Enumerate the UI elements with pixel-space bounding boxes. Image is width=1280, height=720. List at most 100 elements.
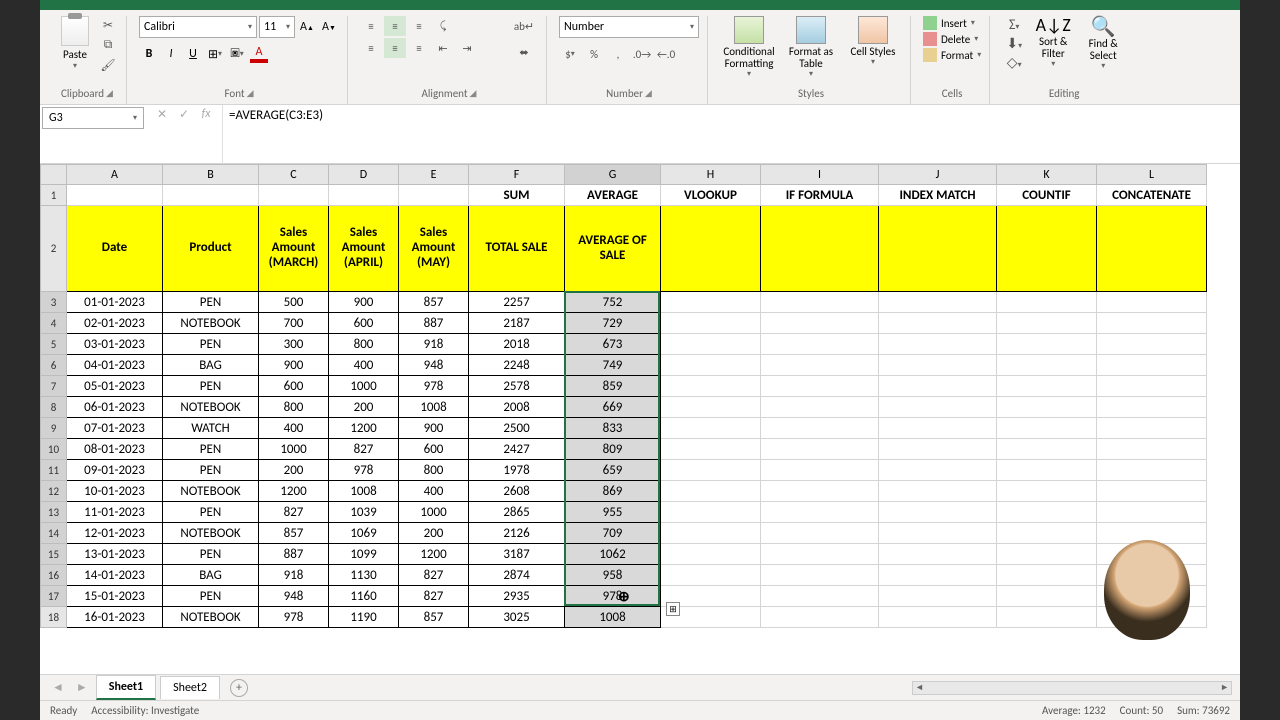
wrap-text-button[interactable]: ab↵ <box>510 16 538 36</box>
cell[interactable]: 12-01-2023 <box>67 523 163 544</box>
format-as-table-button[interactable]: Format as Table▾ <box>782 16 840 79</box>
cell[interactable]: BAG <box>163 565 259 586</box>
row-header[interactable]: 2 <box>41 206 67 292</box>
cell[interactable]: 2874 <box>469 565 565 586</box>
cell[interactable] <box>761 607 879 628</box>
cell[interactable]: 869 <box>565 481 661 502</box>
cell[interactable]: 11-01-2023 <box>67 502 163 523</box>
row-header[interactable]: 15 <box>41 544 67 565</box>
align-left-icon[interactable]: ≡ <box>360 38 382 58</box>
cell[interactable]: PEN <box>163 292 259 313</box>
cell[interactable]: 16-01-2023 <box>67 607 163 628</box>
cell[interactable] <box>329 185 399 206</box>
cut-icon[interactable]: ✂ <box>98 16 118 34</box>
cell[interactable] <box>67 185 163 206</box>
delete-button[interactable]: Delete ▾ <box>923 32 981 46</box>
cell[interactable] <box>997 439 1097 460</box>
comma-icon[interactable]: , <box>607 44 629 64</box>
cell[interactable]: 669 <box>565 397 661 418</box>
dialog-launcher-icon[interactable]: ◢ <box>645 88 652 99</box>
cell[interactable] <box>761 565 879 586</box>
cell[interactable]: 400 <box>399 481 469 502</box>
row-header[interactable]: 13 <box>41 502 67 523</box>
cell[interactable]: 2008 <box>469 397 565 418</box>
cell[interactable] <box>879 460 997 481</box>
cell[interactable] <box>661 460 761 481</box>
conditional-formatting-button[interactable]: Conditional Formatting▾ <box>720 16 778 79</box>
cell[interactable]: 709 <box>565 523 661 544</box>
name-box[interactable]: G3▾ <box>42 107 144 129</box>
cell[interactable] <box>661 397 761 418</box>
increase-font-icon[interactable]: A▲ <box>297 17 317 37</box>
cell[interactable] <box>879 544 997 565</box>
cell[interactable]: 2865 <box>469 502 565 523</box>
cell[interactable] <box>661 206 761 292</box>
cell[interactable] <box>997 565 1097 586</box>
decrease-font-icon[interactable]: A▼ <box>319 17 339 37</box>
fx-icon[interactable]: fx <box>196 107 216 122</box>
decrease-decimal-icon[interactable]: ←.0 <box>655 44 677 64</box>
cell[interactable]: 600 <box>329 313 399 334</box>
row-header[interactable]: 1 <box>41 185 67 206</box>
percent-icon[interactable]: % <box>583 44 605 64</box>
cell[interactable] <box>761 376 879 397</box>
cell[interactable]: PEN <box>163 439 259 460</box>
cell[interactable] <box>1097 439 1207 460</box>
cell[interactable]: 08-01-2023 <box>67 439 163 460</box>
dialog-launcher-icon[interactable]: ◢ <box>470 88 477 99</box>
cell[interactable]: 900 <box>329 292 399 313</box>
formula-input[interactable]: =AVERAGE(C3:E3) <box>222 105 1240 163</box>
cell[interactable] <box>761 481 879 502</box>
cell[interactable] <box>661 502 761 523</box>
cell[interactable] <box>879 313 997 334</box>
cell[interactable] <box>1097 355 1207 376</box>
font-name-select[interactable]: Calibri▾ <box>139 16 257 38</box>
cell[interactable] <box>761 397 879 418</box>
cell[interactable]: 673 <box>565 334 661 355</box>
add-sheet-button[interactable]: + <box>230 679 248 697</box>
cell[interactable]: 2935 <box>469 586 565 607</box>
cell[interactable] <box>879 502 997 523</box>
cell[interactable]: 955 <box>565 502 661 523</box>
cell[interactable]: 400 <box>259 418 329 439</box>
cell[interactable]: 14-01-2023 <box>67 565 163 586</box>
cell[interactable]: 1200 <box>259 481 329 502</box>
cell[interactable]: 729 <box>565 313 661 334</box>
cell[interactable]: 918 <box>259 565 329 586</box>
cell[interactable]: 948 <box>259 586 329 607</box>
cell[interactable] <box>997 586 1097 607</box>
cell[interactable]: 300 <box>259 334 329 355</box>
cell[interactable]: 827 <box>259 502 329 523</box>
cell[interactable] <box>259 185 329 206</box>
cell[interactable]: 1099 <box>329 544 399 565</box>
cell[interactable]: 200 <box>259 460 329 481</box>
cell[interactable]: BAG <box>163 355 259 376</box>
fill-icon[interactable]: ⬇▾ <box>1006 35 1022 52</box>
autosum-icon[interactable]: Σ▾ <box>1009 16 1019 33</box>
cell[interactable]: 2427 <box>469 439 565 460</box>
tab-nav-next[interactable]: ► <box>72 680 92 695</box>
cell[interactable]: NOTEBOOK <box>163 397 259 418</box>
cell[interactable] <box>661 544 761 565</box>
column-header[interactable]: B <box>163 165 259 185</box>
row-header[interactable]: 9 <box>41 418 67 439</box>
cell[interactable] <box>1097 334 1207 355</box>
cell[interactable]: Product <box>163 206 259 292</box>
italic-button[interactable]: I <box>161 44 181 64</box>
cell[interactable] <box>661 292 761 313</box>
cell[interactable] <box>761 292 879 313</box>
cell[interactable]: 1190 <box>329 607 399 628</box>
decrease-indent-icon[interactable]: ⇤ <box>432 38 454 58</box>
cell[interactable]: SUM <box>469 185 565 206</box>
column-header[interactable]: K <box>997 165 1097 185</box>
column-header[interactable]: G <box>565 165 661 185</box>
cell[interactable]: COUNTIF <box>997 185 1097 206</box>
cell[interactable]: 978 <box>399 376 469 397</box>
cell[interactable] <box>879 376 997 397</box>
cell[interactable] <box>997 607 1097 628</box>
cell[interactable] <box>1097 460 1207 481</box>
cell[interactable] <box>661 334 761 355</box>
cell[interactable] <box>879 334 997 355</box>
cell[interactable]: 500 <box>259 292 329 313</box>
number-format-select[interactable]: Number▾ <box>559 16 699 38</box>
